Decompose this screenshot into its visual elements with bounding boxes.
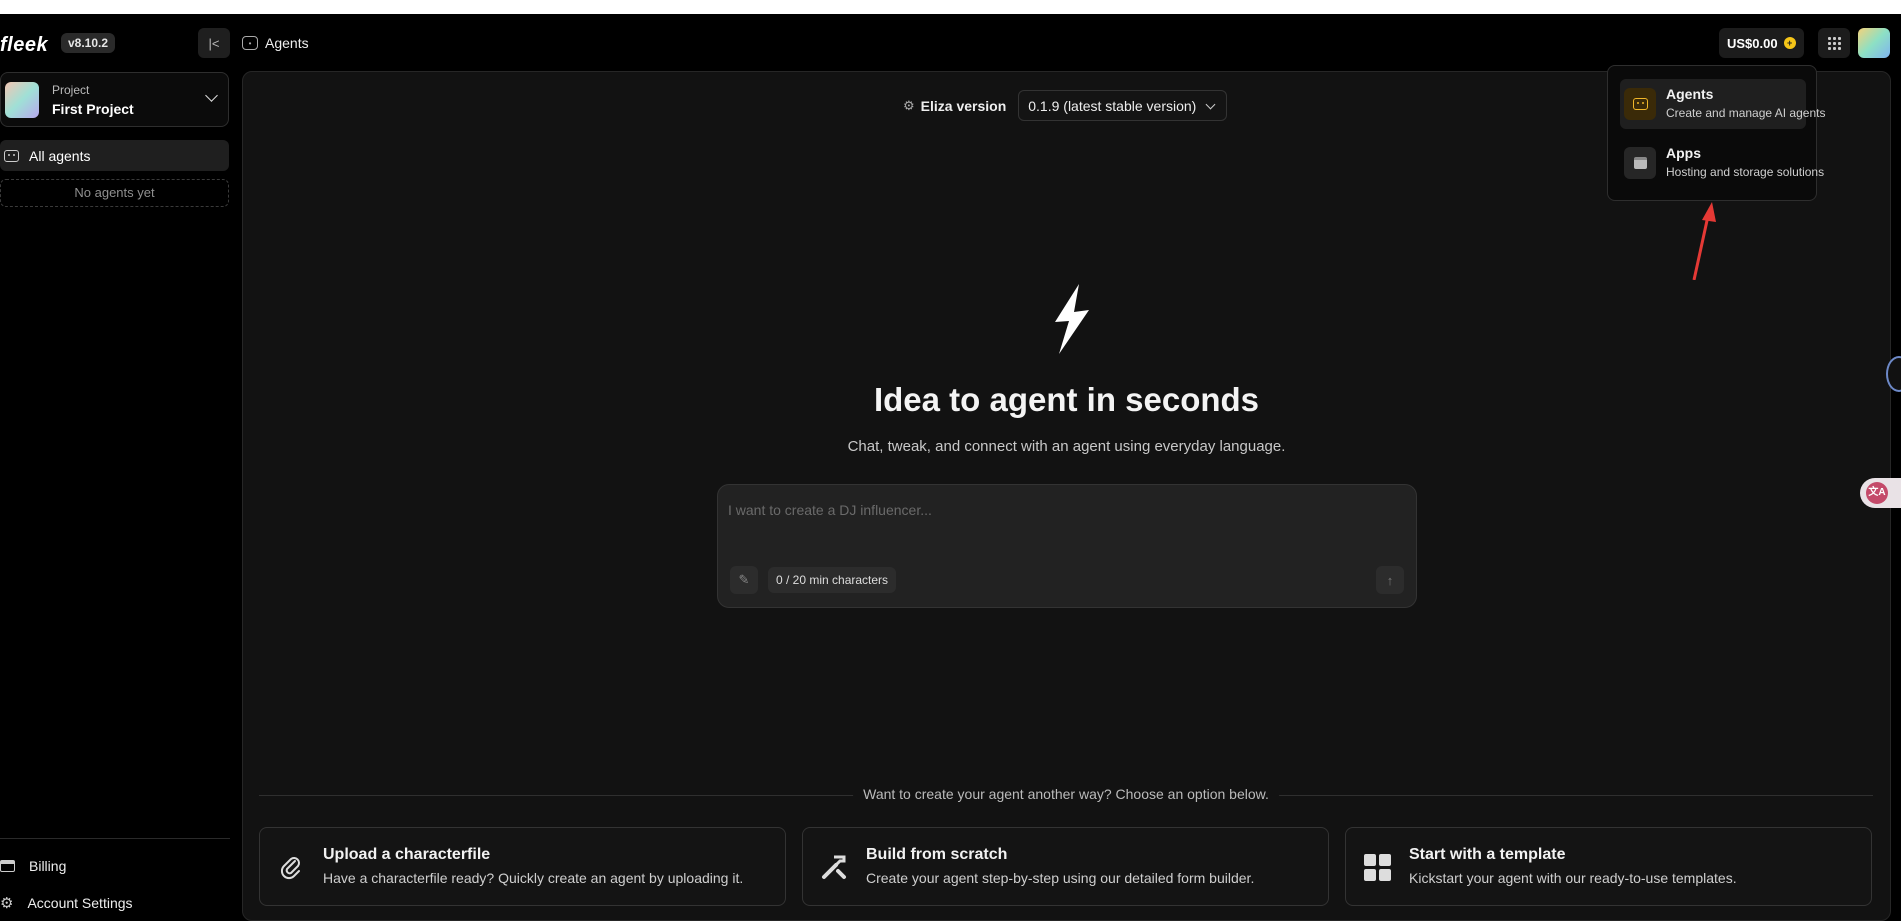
breadcrumb: • Agents	[242, 35, 309, 51]
sidebar-item-label: Billing	[29, 858, 67, 874]
breadcrumb-current: Agents	[265, 35, 309, 51]
build-from-scratch-card[interactable]: Build from scratch Create your agent ste…	[802, 827, 1329, 906]
agent-prompt-input[interactable]	[728, 495, 1398, 525]
character-count: 0 / 20 min characters	[768, 567, 897, 593]
empty-agents-placeholder: No agents yet	[0, 179, 229, 207]
top-header: fleek v8.10.2 |< • Agents US$0.00 +	[0, 14, 1901, 72]
project-selector[interactable]: Project First Project	[0, 72, 229, 127]
robot-icon	[4, 149, 19, 162]
eliza-version-select[interactable]: 0.1.9 (latest stable version)	[1018, 90, 1228, 121]
version-badge: v8.10.2	[61, 33, 116, 53]
sidebar-item-billing[interactable]: Billing	[0, 858, 66, 874]
hero-title: Idea to agent in seconds	[873, 381, 1260, 418]
option-description: Have a characterfile ready? Quickly crea…	[323, 870, 744, 886]
grid-icon	[1827, 36, 1841, 50]
translate-icon: 文A	[1866, 482, 1888, 504]
user-avatar[interactable]	[1858, 28, 1890, 58]
sidebar: Project First Project All agents No agen…	[0, 72, 231, 921]
tools-icon	[819, 852, 849, 882]
eliza-selected-value: 0.1.9 (latest stable version)	[1028, 97, 1197, 114]
project-thumbnail	[5, 82, 39, 118]
eliza-label-text: Eliza version	[920, 97, 1007, 114]
balance-amount: US$0.00	[1727, 35, 1778, 51]
option-description: Create your agent step-by-step using our…	[866, 870, 1255, 886]
alternatives-divider-text: Want to create your agent another way? C…	[853, 786, 1279, 802]
project-name: First Project	[52, 101, 134, 117]
window-icon	[1624, 147, 1656, 179]
lightning-bolt-icon	[1055, 284, 1089, 354]
annotation-arrow-icon	[1692, 202, 1716, 280]
coin-icon: +	[1783, 37, 1796, 49]
menu-item-title: Agents	[1666, 86, 1714, 102]
arrow-up-icon: ↑	[1386, 572, 1394, 588]
project-label: Project	[52, 83, 90, 97]
sidebar-item-all-agents[interactable]: All agents	[0, 140, 229, 171]
logo-text: fleek	[0, 34, 49, 56]
sidebar-item-label: Account Settings	[27, 895, 133, 911]
apps-grid-button[interactable]	[1818, 28, 1850, 58]
start-with-template-card[interactable]: Start with a template Kickstart your age…	[1345, 827, 1872, 906]
balance-button[interactable]: US$0.00 +	[1719, 28, 1804, 58]
credit-card-icon	[0, 860, 15, 872]
hero-subtitle: Chat, tweak, and connect with an agent u…	[847, 438, 1286, 455]
collapse-left-icon: |<	[208, 35, 220, 51]
eliza-version-row: ⚙ Eliza version 0.1.9 (latest stable ver…	[903, 90, 1228, 121]
eliza-version-label: ⚙ Eliza version	[903, 98, 1006, 114]
agent-icon: •	[242, 36, 258, 50]
menu-item-description: Create and manage AI agents	[1666, 106, 1826, 120]
send-button[interactable]: ↑	[1376, 566, 1404, 594]
paperclip-icon	[276, 852, 306, 882]
chevron-down-icon	[1205, 99, 1216, 110]
menu-item-description: Hosting and storage solutions	[1666, 165, 1825, 179]
chevron-down-icon	[205, 89, 218, 102]
upload-characterfile-card[interactable]: Upload a characterfile Have a characterf…	[259, 827, 786, 906]
gear-icon: ⚙	[0, 894, 14, 912]
browser-top-strip	[0, 0, 1901, 14]
enhance-prompt-button[interactable]: ✎	[730, 566, 758, 594]
option-title: Build from scratch	[866, 846, 1008, 863]
sidebar-item-label: All agents	[29, 147, 91, 164]
sidebar-divider	[0, 838, 230, 839]
template-grid-icon	[1362, 852, 1392, 882]
option-title: Start with a template	[1409, 846, 1566, 863]
collapse-sidebar-button[interactable]: |<	[198, 28, 230, 58]
menu-item-apps[interactable]: Apps Hosting and storage solutions	[1620, 138, 1824, 188]
sidebar-item-account-settings[interactable]: ⚙ Account Settings	[0, 895, 133, 911]
option-title: Upload a characterfile	[323, 846, 491, 863]
alternatives-divider: Want to create your agent another way? C…	[259, 785, 1873, 805]
apps-dropdown-menu: Agents Create and manage AI agents Apps …	[1607, 65, 1825, 201]
magic-wand-icon: ✎	[738, 572, 750, 587]
menu-item-title: Apps	[1666, 145, 1701, 161]
robot-icon	[1624, 88, 1656, 120]
agent-prompt-box: ✎ 0 / 20 min characters ↑	[717, 484, 1417, 608]
translate-extension-button[interactable]: 文A	[1860, 478, 1901, 508]
gear-icon: ⚙	[903, 97, 915, 113]
menu-item-agents[interactable]: Agents Create and manage AI agents	[1620, 79, 1825, 129]
option-description: Kickstart your agent with our ready-to-u…	[1409, 870, 1737, 886]
fleek-logo[interactable]: fleek	[0, 34, 48, 57]
